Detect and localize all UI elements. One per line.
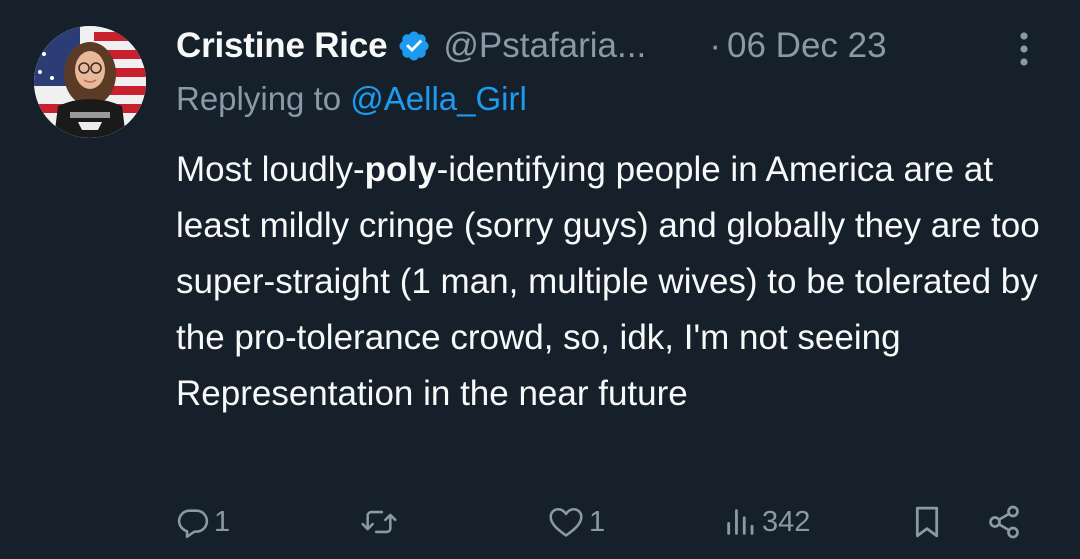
tweet-text-part-1: Most loudly-: [176, 150, 365, 189]
avatar-image: [34, 26, 146, 138]
reply-icon: [177, 509, 209, 539]
like-count: 1: [589, 505, 606, 538]
tweet[interactable]: Cristine Rice @Pstafaria... · 06 Dec 23 …: [0, 0, 1080, 559]
tweet-date[interactable]: 06 Dec 23: [727, 26, 887, 66]
views-button[interactable]: 342: [722, 494, 810, 550]
display-name[interactable]: Cristine Rice: [176, 26, 388, 66]
replying-to-label: Replying to: [176, 80, 351, 117]
tweet-text-bold: poly: [364, 150, 437, 189]
tweet-header: Cristine Rice @Pstafaria... · 06 Dec 23: [176, 18, 1056, 74]
like-icon: [549, 507, 583, 537]
date-separator: ·: [709, 26, 722, 65]
like-button[interactable]: 1: [547, 494, 605, 550]
reply-button[interactable]: 1: [176, 494, 230, 550]
more-options-icon[interactable]: [1006, 28, 1042, 68]
verified-badge-icon: [397, 29, 431, 63]
share-icon: [989, 505, 1019, 539]
views-icon: [727, 509, 754, 535]
user-handle[interactable]: @Pstafaria...: [443, 26, 685, 66]
views-count: 342: [762, 505, 811, 538]
reply-count: 1: [214, 505, 231, 538]
tweet-text-part-2: -identifying people in America are at le…: [176, 150, 1040, 413]
bookmark-button[interactable]: [910, 494, 944, 550]
action-bar: 1 1 342: [0, 494, 1080, 550]
replying-to-link[interactable]: @Aella_Girl: [350, 80, 527, 117]
retweet-icon: [361, 510, 397, 534]
retweet-button[interactable]: [358, 494, 404, 550]
tweet-text: Most loudly-poly-identifying people in A…: [176, 142, 1056, 422]
share-button[interactable]: [986, 494, 1022, 550]
avatar[interactable]: [34, 26, 146, 138]
replying-to: Replying to @Aella_Girl: [176, 80, 527, 118]
bookmark-icon: [915, 506, 939, 538]
